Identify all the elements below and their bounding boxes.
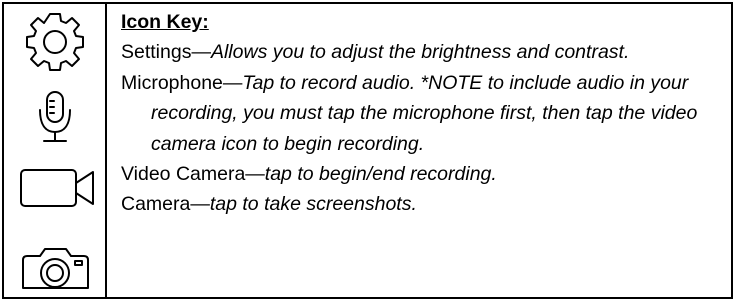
key-entry-video-camera: Video Camera—tap to begin/end recording. xyxy=(121,163,497,186)
camera-icon xyxy=(22,248,89,289)
entry-name: Settings xyxy=(121,41,192,64)
icon-key-title: Icon Key: xyxy=(121,11,209,33)
gear-icon xyxy=(26,13,84,71)
entry-name: Camera xyxy=(121,193,191,216)
key-entry-settings: Settings—Allows you to adjust the bright… xyxy=(121,41,630,64)
icon-key-panel: Icon Key: Settings—Allows you to adjust … xyxy=(2,2,733,299)
icon-column xyxy=(4,4,107,297)
entry-description: Allows you to adjust the brightness and … xyxy=(210,41,630,64)
microphone-icon xyxy=(39,91,71,142)
video-camera-icon xyxy=(20,169,94,207)
icon-key-text: Icon Key: Settings—Allows you to adjust … xyxy=(107,4,731,297)
entry-description: tap to take screenshots. xyxy=(209,193,417,216)
entry-name: Microphone xyxy=(121,71,223,94)
entry-description: tap to begin/end recording. xyxy=(264,163,497,186)
key-entry-camera: Camera—tap to take screenshots. xyxy=(121,193,417,216)
entry-name: Video Camera xyxy=(121,163,246,186)
key-entry-microphone: Microphone—Tap to record audio. *NOTE to… xyxy=(121,71,698,155)
